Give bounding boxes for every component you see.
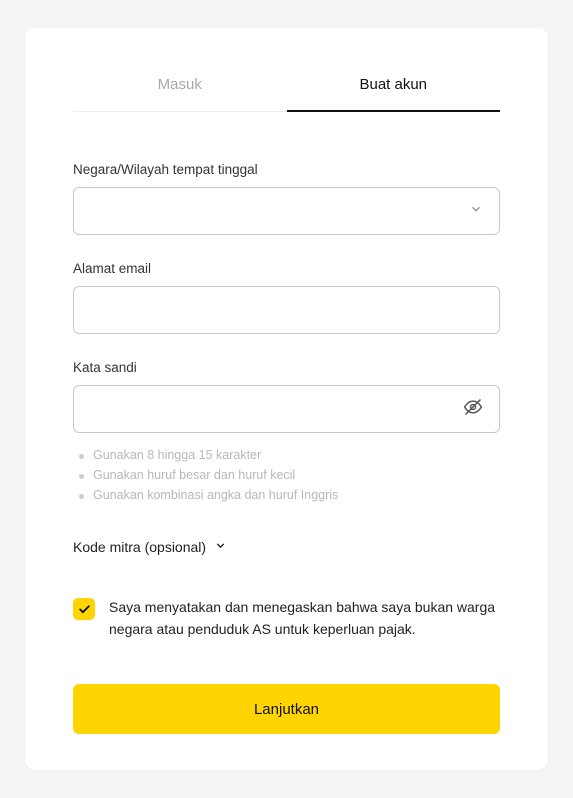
tax-declaration-row: Saya menyatakan dan menegaskan bahwa say… <box>73 597 500 640</box>
partner-code-label: Kode mitra (opsional) <box>73 539 206 555</box>
password-field-group: Kata sandi Gunakan 8 hingga 15 karakter … <box>73 360 500 505</box>
tab-login[interactable]: Masuk <box>73 76 287 111</box>
continue-button[interactable]: Lanjutkan <box>73 684 500 734</box>
auth-tabs: Masuk Buat akun <box>73 76 500 112</box>
country-field-group: Negara/Wilayah tempat tinggal <box>73 162 500 235</box>
email-field-group: Alamat email <box>73 261 500 334</box>
password-label: Kata sandi <box>73 360 500 375</box>
tax-checkbox[interactable] <box>73 598 95 620</box>
password-input[interactable] <box>74 386 499 432</box>
country-select[interactable] <box>73 187 500 235</box>
hint-item: Gunakan 8 hingga 15 karakter <box>73 445 500 465</box>
chevron-down-icon <box>214 539 227 555</box>
hint-item: Gunakan kombinasi angka dan huruf Inggri… <box>73 485 500 505</box>
partner-code-toggle[interactable]: Kode mitra (opsional) <box>73 539 500 555</box>
eye-off-icon[interactable] <box>463 397 483 422</box>
tax-declaration-text: Saya menyatakan dan menegaskan bahwa say… <box>109 597 500 640</box>
signup-card: Masuk Buat akun Negara/Wilayah tempat ti… <box>25 28 548 770</box>
email-label: Alamat email <box>73 261 500 276</box>
email-input[interactable] <box>74 287 499 333</box>
country-label: Negara/Wilayah tempat tinggal <box>73 162 500 177</box>
password-hints: Gunakan 8 hingga 15 karakter Gunakan hur… <box>73 445 500 505</box>
tab-signup[interactable]: Buat akun <box>287 76 501 111</box>
hint-item: Gunakan huruf besar dan huruf kecil <box>73 465 500 485</box>
